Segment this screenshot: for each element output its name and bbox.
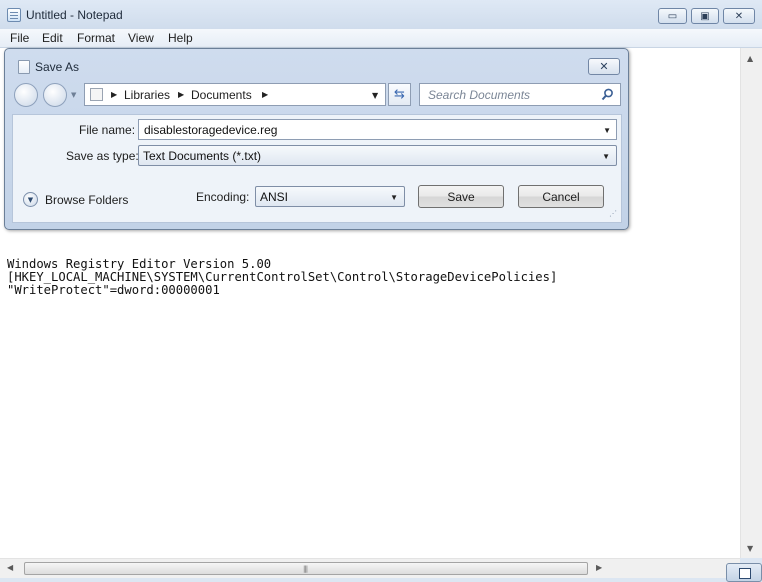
breadcrumb-libraries[interactable]: Libraries [124, 88, 170, 102]
cancel-button[interactable]: Cancel [518, 185, 604, 208]
maximize-button[interactable]: ▣ [691, 8, 719, 24]
dialog-close-button[interactable]: ✕ [588, 58, 620, 75]
search-placeholder: Search Documents [428, 88, 531, 102]
recent-pages-dropdown-icon[interactable]: ▼ [71, 91, 76, 99]
save-as-dialog: Save As ✕ ▼ ▶ Libraries ▶ Documents ▶ ▼ … [4, 48, 629, 230]
menu-help[interactable]: Help [168, 31, 193, 45]
horizontal-scrollbar[interactable]: ◀ ||| ▶ [0, 558, 740, 578]
breadcrumb-separator-icon[interactable]: ▶ [178, 90, 184, 99]
taskbar-thumbnail-icon[interactable] [726, 563, 762, 582]
encoding-dropdown-icon[interactable]: ▼ [390, 193, 398, 202]
menu-edit[interactable]: Edit [42, 31, 63, 45]
menu-format[interactable]: Format [77, 31, 115, 45]
vertical-scrollbar[interactable]: ▲ ▼ [740, 48, 762, 558]
notepad-app-icon [7, 8, 21, 22]
encoding-select[interactable]: ANSI ▼ [255, 186, 405, 207]
file-name-dropdown-icon[interactable]: ▼ [603, 126, 611, 135]
minimize-button[interactable]: ▭ [658, 8, 687, 24]
breadcrumb-separator-icon[interactable]: ▶ [111, 90, 117, 99]
breadcrumb-documents[interactable]: Documents [191, 88, 252, 102]
folder-icon [90, 88, 103, 101]
notepad-title: Untitled - Notepad [26, 8, 123, 22]
save-button[interactable]: Save [418, 185, 504, 208]
dialog-title: Save As [35, 60, 80, 74]
scroll-left-icon[interactable]: ◀ [7, 563, 13, 572]
save-as-type-value: Text Documents (*.txt) [143, 149, 262, 163]
editor-line-3: "WriteProtect"=dword:00000001 [7, 283, 220, 297]
save-as-type-select[interactable]: Text Documents (*.txt) ▼ [138, 145, 617, 166]
menu-file[interactable]: File [10, 31, 29, 45]
file-name-label: File name: [79, 123, 136, 137]
forward-button[interactable] [43, 83, 67, 107]
browse-folders-chevron-icon[interactable]: ▼ [23, 192, 38, 207]
back-button[interactable] [14, 83, 38, 107]
menu-bar: File Edit Format View Help [0, 29, 762, 48]
scroll-up-icon[interactable]: ▲ [747, 54, 753, 63]
file-name-value: disablestoragedevice.reg [144, 123, 278, 137]
save-as-type-dropdown-icon[interactable]: ▼ [602, 152, 610, 161]
notepad-title-bar[interactable]: Untitled - Notepad ▭ ▣ ✕ [0, 0, 762, 30]
horizontal-scroll-thumb[interactable]: ||| [24, 562, 588, 575]
resize-grip-icon[interactable]: ⋰ [609, 209, 617, 218]
encoding-label: Encoding: [196, 190, 250, 204]
browse-folders-toggle[interactable]: Browse Folders [45, 193, 128, 207]
breadcrumb-separator-icon[interactable]: ▶ [262, 90, 268, 99]
address-dropdown-icon[interactable]: ▼ [372, 91, 378, 100]
editor-content: Windows Registry Editor Version 5.00 [HKE… [7, 258, 557, 297]
search-box[interactable]: Search Documents [419, 83, 621, 106]
refresh-button[interactable]: ⇆ [388, 83, 411, 106]
file-name-input[interactable]: disablestoragedevice.reg ▼ [138, 119, 617, 140]
search-icon[interactable] [601, 88, 614, 101]
address-bar[interactable]: ▶ Libraries ▶ Documents ▶ ▼ [84, 83, 386, 106]
dialog-document-icon [18, 60, 30, 74]
grip-icon: ||| [303, 565, 308, 573]
scroll-right-icon[interactable]: ▶ [596, 563, 602, 572]
menu-view[interactable]: View [128, 31, 154, 45]
scroll-down-icon[interactable]: ▼ [747, 544, 753, 553]
save-as-type-label: Save as type: [66, 149, 139, 163]
encoding-value: ANSI [260, 190, 289, 204]
close-button[interactable]: ✕ [723, 8, 755, 24]
